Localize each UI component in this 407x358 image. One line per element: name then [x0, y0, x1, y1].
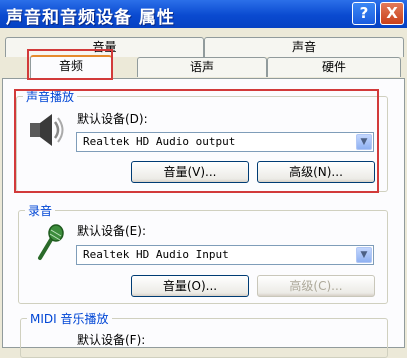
tab-sounds[interactable]: 声音	[204, 37, 404, 57]
tab-volume[interactable]: 音量	[5, 37, 204, 57]
tab-row-back: 音量 声音	[0, 37, 407, 57]
playback-volume-button[interactable]: 音量(V)...	[131, 161, 249, 183]
midi-group-title: MIDI 音乐播放	[27, 310, 112, 327]
recording-volume-button[interactable]: 音量(O)...	[131, 275, 249, 297]
recording-group-title: 录音	[25, 202, 56, 219]
midi-group: MIDI 音乐播放	[20, 310, 388, 358]
speaker-icon	[30, 114, 64, 146]
help-button[interactable]: ?	[352, 2, 376, 25]
window-title: 声音和音频设备 属性	[6, 8, 175, 28]
tab-voice[interactable]: 语声	[137, 57, 267, 77]
playback-device-value: Realtek HD Audio output	[83, 135, 236, 148]
microphone-icon	[38, 224, 64, 260]
recording-advanced-button: 高级(C)...	[257, 275, 375, 297]
playback-advanced-button[interactable]: 高级(N)...	[257, 161, 375, 183]
chevron-down-icon[interactable]: ▼	[356, 247, 372, 263]
playback-device-select[interactable]: Realtek HD Audio output ▼	[76, 132, 374, 152]
recording-device-value: Realtek HD Audio Input	[83, 248, 229, 261]
tab-audio[interactable]: 音频	[30, 55, 112, 78]
chevron-down-icon[interactable]: ▼	[356, 134, 372, 150]
tab-row-front: 音频 语声 硬件	[0, 55, 407, 79]
recording-device-label: 默认设备(E):	[77, 224, 146, 238]
playback-group-title: 声音播放	[23, 88, 78, 105]
playback-device-label: 默认设备(D):	[77, 112, 148, 126]
title-bar[interactable]: 声音和音频设备 属性 ? X	[0, 0, 407, 28]
recording-device-select[interactable]: Realtek HD Audio Input ▼	[76, 245, 374, 265]
close-button[interactable]: X	[380, 2, 404, 25]
tab-hardware[interactable]: 硬件	[267, 57, 401, 77]
